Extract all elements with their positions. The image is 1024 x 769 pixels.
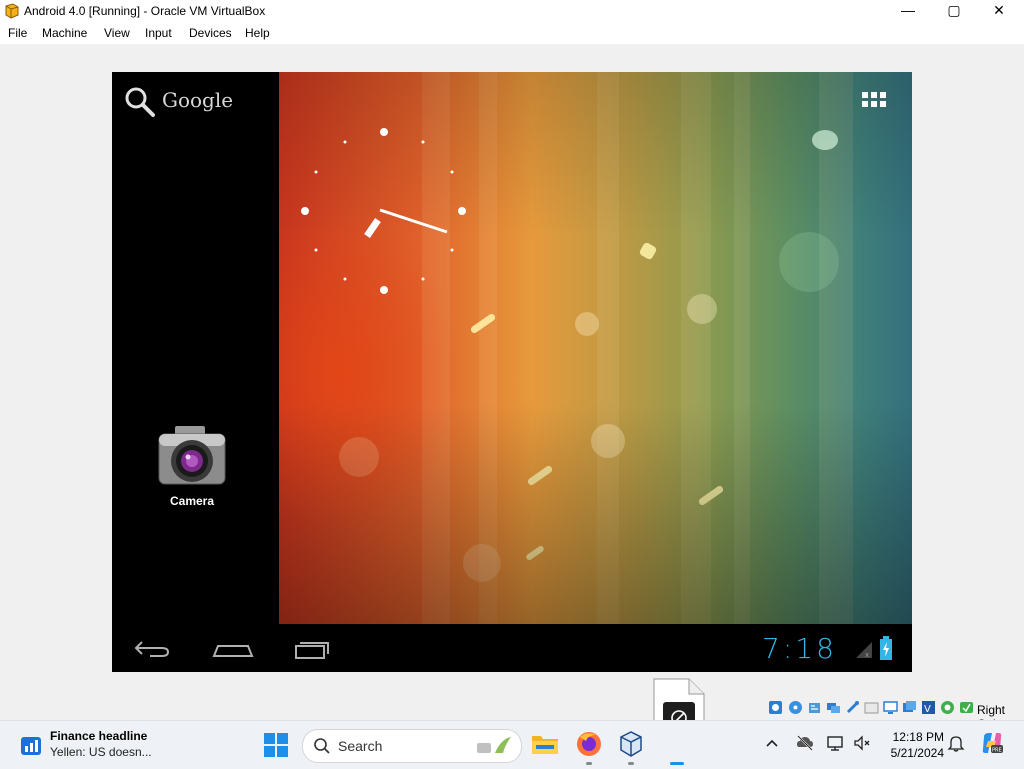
- analog-clock-widget[interactable]: [295, 124, 475, 304]
- taskbar-search-box[interactable]: Search: [302, 729, 522, 763]
- all-apps-button[interactable]: [862, 92, 890, 110]
- virtualbox-icon: [620, 731, 642, 757]
- svg-text:x: x: [865, 651, 869, 658]
- menu-devices[interactable]: Devices: [189, 26, 232, 40]
- audio-icon[interactable]: [807, 700, 822, 715]
- taskbar-running-vm[interactable]: [662, 729, 692, 765]
- camera-label: Camera: [169, 494, 215, 508]
- system-clock: 7:18: [762, 632, 837, 665]
- show-hidden-icons-chevron-icon[interactable]: [762, 733, 782, 753]
- svg-text:V: V: [924, 704, 931, 715]
- menu-input[interactable]: Input: [145, 26, 172, 40]
- battery-charging-icon: [880, 636, 892, 660]
- hard-disk-icon[interactable]: [768, 700, 783, 715]
- news-widget[interactable]: Finance headline Yellen: US doesn...: [14, 729, 174, 763]
- optical-drive-icon[interactable]: [788, 700, 803, 715]
- network-icon[interactable]: [826, 700, 841, 715]
- taskbar-virtualbox[interactable]: [616, 729, 646, 765]
- windows-start-icon[interactable]: [264, 733, 288, 757]
- copilot-icon[interactable]: PRE: [980, 731, 1004, 755]
- home-icon[interactable]: [208, 632, 258, 662]
- taskbar-clock[interactable]: 12:18 PM 5/21/2024: [880, 729, 944, 761]
- wallpaper: [279, 72, 912, 624]
- back-icon[interactable]: [128, 632, 178, 662]
- google-label: Google: [162, 88, 234, 112]
- signal-icon: x: [856, 642, 872, 658]
- menu-file[interactable]: File: [8, 26, 27, 40]
- folder-icon: [532, 736, 558, 754]
- title-bar: Android 4.0 [Running] - Oracle VM Virtua…: [0, 0, 1024, 22]
- taskbar-firefox[interactable]: [574, 729, 604, 765]
- taskbar-file-explorer[interactable]: [530, 729, 560, 759]
- android-navigation-bar: 7:18 x: [112, 624, 912, 672]
- search-icon: [314, 738, 330, 754]
- keyboard-icon[interactable]: [959, 700, 974, 715]
- minimize-button[interactable]: —: [885, 0, 931, 22]
- menu-view[interactable]: View: [104, 26, 130, 40]
- close-button[interactable]: ✕: [976, 0, 1022, 22]
- clock-date: 5/21/2024: [890, 746, 944, 760]
- news-subtitle: Yellen: US doesn...: [50, 745, 152, 759]
- svg-text:PRE: PRE: [992, 748, 1002, 754]
- search-icon: [125, 87, 155, 117]
- clock-time: 12:18 PM: [892, 730, 944, 744]
- camera-icon: [158, 426, 226, 485]
- volume-muted-icon[interactable]: [852, 733, 872, 753]
- usb-icon[interactable]: [845, 700, 860, 715]
- menu-machine[interactable]: Machine: [42, 26, 87, 40]
- menu-bar: File Machine View Input Devices Help: [0, 22, 1024, 44]
- camera-app-shortcut[interactable]: Camera: [156, 424, 228, 514]
- recent-apps-icon[interactable]: [288, 632, 338, 662]
- notification-bell-icon[interactable]: [946, 733, 966, 753]
- taskbar: Finance headline Yellen: US doesn... Sea…: [0, 720, 1024, 769]
- search-highlight-icon: [477, 737, 511, 753]
- onedrive-paused-icon[interactable]: [795, 733, 815, 753]
- search-label: Search: [338, 738, 383, 754]
- virtualbox-window-icon: [5, 3, 19, 19]
- recording-icon[interactable]: [902, 700, 917, 715]
- maximize-button[interactable]: ▢: [931, 0, 977, 22]
- menu-help[interactable]: Help: [245, 26, 270, 40]
- firefox-icon: [577, 732, 601, 756]
- mouse-integration-icon[interactable]: [940, 700, 955, 715]
- news-title: Finance headline: [50, 729, 148, 743]
- stock-news-icon: [21, 737, 41, 755]
- guest-display[interactable]: Google Camera 7:18 x: [112, 72, 912, 672]
- network-status-icon[interactable]: [826, 733, 846, 753]
- virtualization-icon[interactable]: V: [921, 700, 936, 715]
- window-title: Android 4.0 [Running] - Oracle VM Virtua…: [24, 4, 266, 18]
- display-icon[interactable]: [883, 700, 898, 715]
- shared-folders-icon[interactable]: [864, 700, 879, 715]
